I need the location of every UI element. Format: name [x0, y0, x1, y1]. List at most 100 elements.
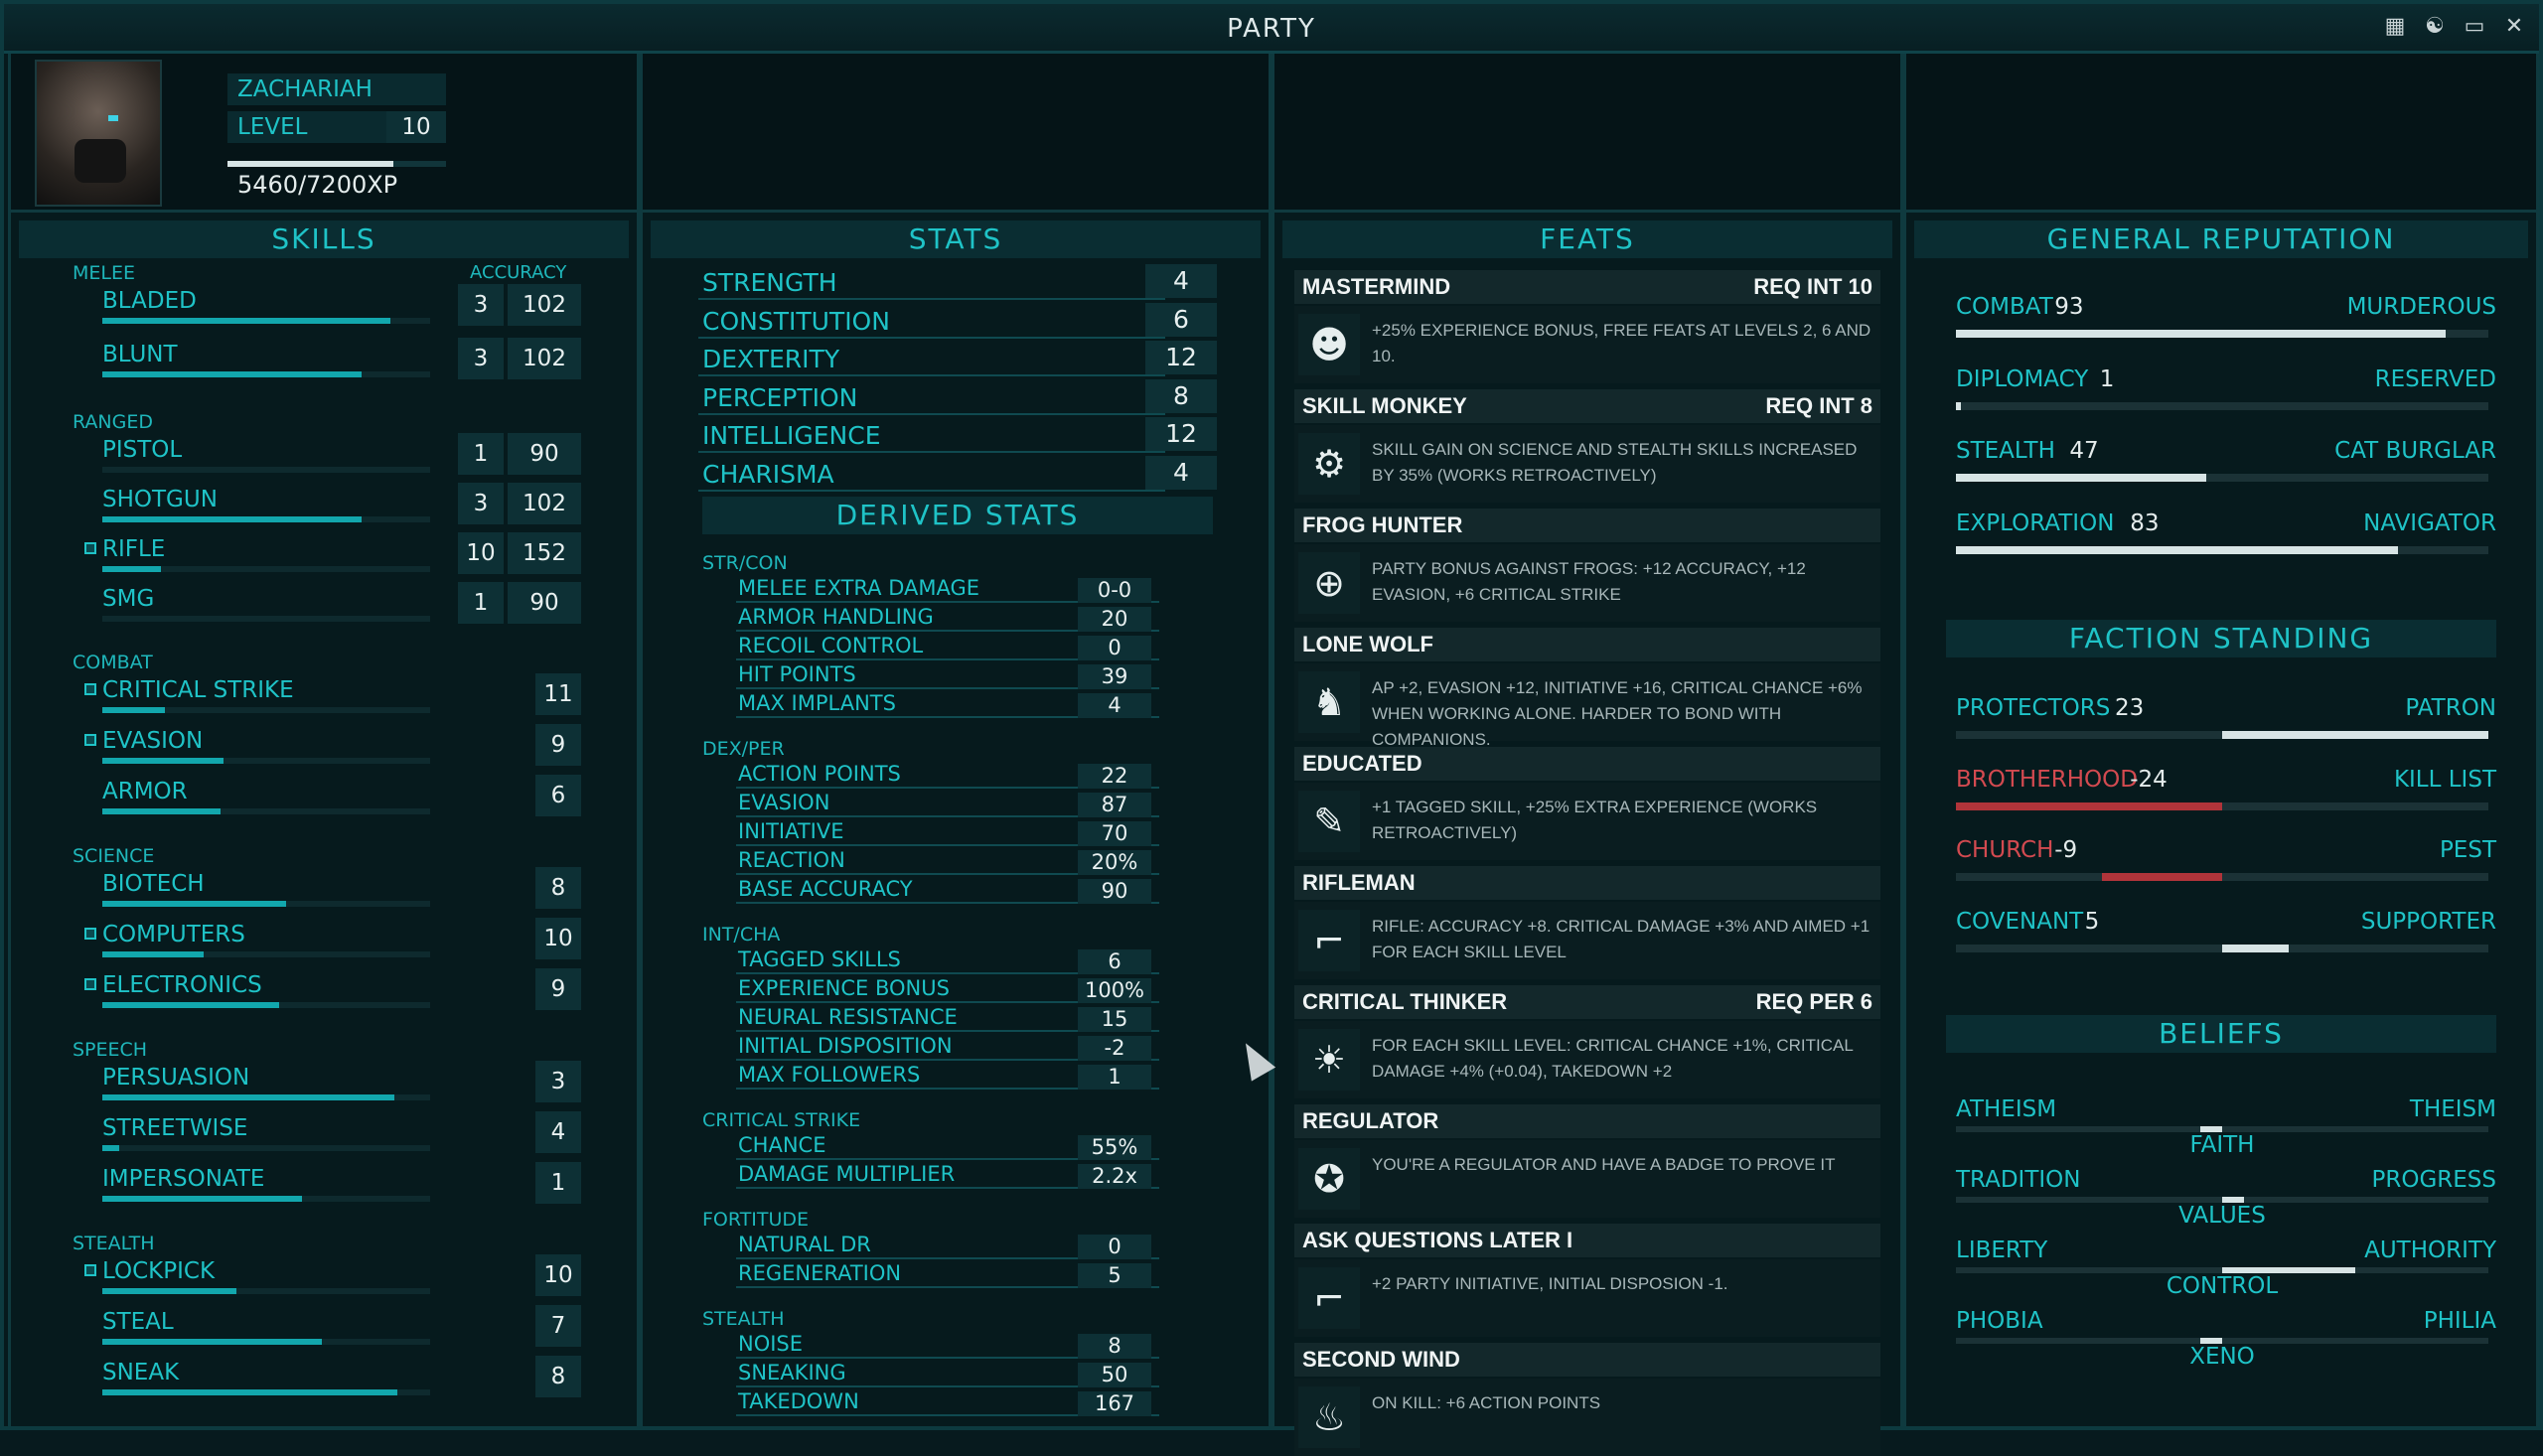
faction-value: 23: [2115, 695, 2145, 721]
derived-stat-value: 20: [1078, 607, 1151, 632]
feat-header-frog-hunter[interactable]: FROG HUNTER: [1294, 509, 1880, 542]
brain-icon[interactable]: ☯: [2422, 14, 2448, 40]
feat-header-rifleman[interactable]: RIFLEMAN: [1294, 866, 1880, 900]
derived-group-label: STEALTH: [702, 1308, 785, 1330]
reputation-value: 83: [2130, 510, 2160, 536]
skill-bar-fill: [102, 1002, 280, 1008]
derived-stat-value: 20%: [1078, 850, 1151, 875]
monitor-icon[interactable]: ▭: [2462, 14, 2487, 40]
feat-requirement: REQ PER 6: [1755, 989, 1872, 1014]
skill-group-label: STEALTH: [73, 1233, 155, 1254]
faction-bar-track: [1956, 873, 2488, 881]
empty-portrait-slot-4[interactable]: [1906, 54, 2536, 213]
derived-group-label: STR/CON: [702, 552, 788, 574]
feat-header-skill-monkey[interactable]: SKILL MONKEY REQ INT 8: [1294, 389, 1880, 423]
feat-body: ♞ AP +2, EVASION +12, INITIATIVE +16, CRI…: [1294, 663, 1880, 749]
feat-body: ☻ +25% EXPERIENCE BONUS, FREE FEATS AT LE…: [1294, 306, 1880, 383]
feat-header-ask-questions-later-i[interactable]: ASK QUESTIONS LATER I: [1294, 1224, 1880, 1257]
calendar-icon[interactable]: ▦: [2382, 14, 2408, 40]
skill-rank: 10: [535, 1254, 581, 1296]
gear-icon: ⚙: [1298, 433, 1360, 495]
skill-rank: 8: [535, 1356, 581, 1397]
skill-bar-track: [102, 467, 430, 473]
derived-stat-name: INITIATIVE: [738, 819, 844, 843]
feat-header-lone-wolf[interactable]: LONE WOLF: [1294, 628, 1880, 661]
skill-rank: 8: [535, 867, 581, 909]
badge-star-icon: ✪: [1298, 1148, 1360, 1210]
reputation-name: COMBAT: [1956, 294, 2053, 320]
belief-axis-label: XENO: [2189, 1344, 2255, 1370]
feat-name: SKILL MONKEY: [1302, 393, 1467, 418]
beliefs-header: BELIEFS: [1946, 1015, 2496, 1053]
belief-axis-label: FAITH: [2189, 1132, 2255, 1158]
portrait[interactable]: [35, 60, 162, 207]
derived-stat-value: 55%: [1078, 1135, 1151, 1160]
feat-header-regulator[interactable]: REGULATOR: [1294, 1104, 1880, 1138]
stat-name: PERCEPTION: [702, 382, 858, 412]
faction-name: BROTHERHOOD: [1956, 766, 2138, 793]
tagged-skill-marker: [84, 542, 96, 554]
faction-rank: SUPPORTER: [2360, 908, 2496, 935]
derived-stat-value: 70: [1078, 821, 1151, 846]
belief-left-label: PHOBIA: [1956, 1308, 2043, 1334]
derived-stat-name: ACTION POINTS: [738, 762, 901, 786]
skill-bar-fill: [102, 1145, 119, 1151]
feat-requirement: REQ INT 10: [1753, 274, 1872, 299]
skill-bar-fill: [102, 1196, 303, 1202]
feat-description: +2 PARTY INITIATIVE, INITIAL DISPOSION -…: [1372, 1274, 1728, 1293]
skill-bar-track: [102, 1145, 430, 1151]
skill-accuracy: 102: [508, 284, 581, 326]
feats-header: FEATS: [1282, 220, 1892, 258]
skill-bar-track: [102, 616, 430, 622]
feat-header-critical-thinker[interactable]: CRITICAL THINKER REQ PER 6: [1294, 985, 1880, 1019]
feat-name: LONE WOLF: [1302, 632, 1433, 656]
skill-name: CRITICAL STRIKE: [102, 677, 294, 703]
feat-name: ASK QUESTIONS LATER I: [1302, 1228, 1573, 1252]
derived-stat-name: TAGGED SKILLS: [738, 947, 901, 971]
faction-name: COVENANT: [1956, 908, 2084, 935]
belief-left-label: TRADITION: [1956, 1167, 2081, 1193]
skill-rank: 10: [458, 532, 504, 574]
skill-accuracy: 102: [508, 483, 581, 524]
empty-portrait-slot-2[interactable]: [643, 54, 1269, 213]
empty-portrait-slot-3[interactable]: [1274, 54, 1900, 213]
feat-description: SKILL GAIN ON SCIENCE AND STEALTH SKILLS…: [1372, 440, 1858, 485]
skill-name: STREETWISE: [102, 1115, 248, 1141]
feat-name: CRITICAL THINKER: [1302, 989, 1508, 1014]
faction-standing-header: FACTION STANDING: [1946, 620, 2496, 657]
skill-group-label: RANGED: [73, 411, 154, 433]
skill-accuracy: 90: [508, 582, 581, 624]
stat-name: CHARISMA: [702, 460, 834, 489]
skill-accuracy: 90: [508, 433, 581, 475]
feat-header-educated[interactable]: EDUCATED: [1294, 747, 1880, 781]
skill-rank: 9: [535, 968, 581, 1010]
lightbulb-icon: ☀: [1298, 1029, 1360, 1091]
crosshair-frog-icon: ⊕: [1298, 552, 1360, 614]
derived-stat-value: 50: [1078, 1363, 1151, 1387]
faction-rank: KILL LIST: [2393, 766, 2496, 793]
derived-stat-name: REGENERATION: [738, 1261, 902, 1285]
feat-description: AP +2, EVASION +12, INITIATIVE +16, CRIT…: [1372, 678, 1863, 749]
derived-stat-value: 90: [1078, 879, 1151, 904]
skill-accuracy: 102: [508, 338, 581, 379]
skill-rank: 11: [535, 673, 581, 715]
tagged-skill-marker: [84, 683, 96, 695]
skill-name: STEAL: [102, 1309, 174, 1335]
skill-name: ARMOR: [102, 779, 188, 804]
derived-stat-name: SNEAKING: [738, 1361, 846, 1384]
stat-value: 4: [1145, 264, 1217, 298]
pistol-icon: ⌐: [1298, 1267, 1360, 1329]
stats-column: STATS STRENGTH 4 CONSTITUTION 6 DEXTERITY 12 P…: [640, 54, 1272, 1426]
skill-rank: 1: [458, 433, 504, 475]
skill-bar-fill: [102, 901, 286, 907]
feats-column: FEATS MASTERMIND REQ INT 10 ☻ +25% EXPERIEN…: [1272, 54, 1903, 1456]
derived-stat-value: 2.2x: [1078, 1164, 1151, 1189]
skill-bar-fill: [102, 318, 391, 324]
close-icon[interactable]: ✕: [2501, 14, 2527, 40]
feat-header-second-wind[interactable]: SECOND WIND: [1294, 1343, 1880, 1377]
feat-description: RIFLE: ACCURACY +8. CRITICAL DAMAGE +3% …: [1372, 917, 1870, 961]
feat-name: SECOND WIND: [1302, 1347, 1460, 1372]
feat-header-mastermind[interactable]: MASTERMIND REQ INT 10: [1294, 270, 1880, 304]
derived-stat-name: MELEE EXTRA DAMAGE: [738, 576, 980, 600]
skill-name: BLUNT: [102, 342, 178, 367]
